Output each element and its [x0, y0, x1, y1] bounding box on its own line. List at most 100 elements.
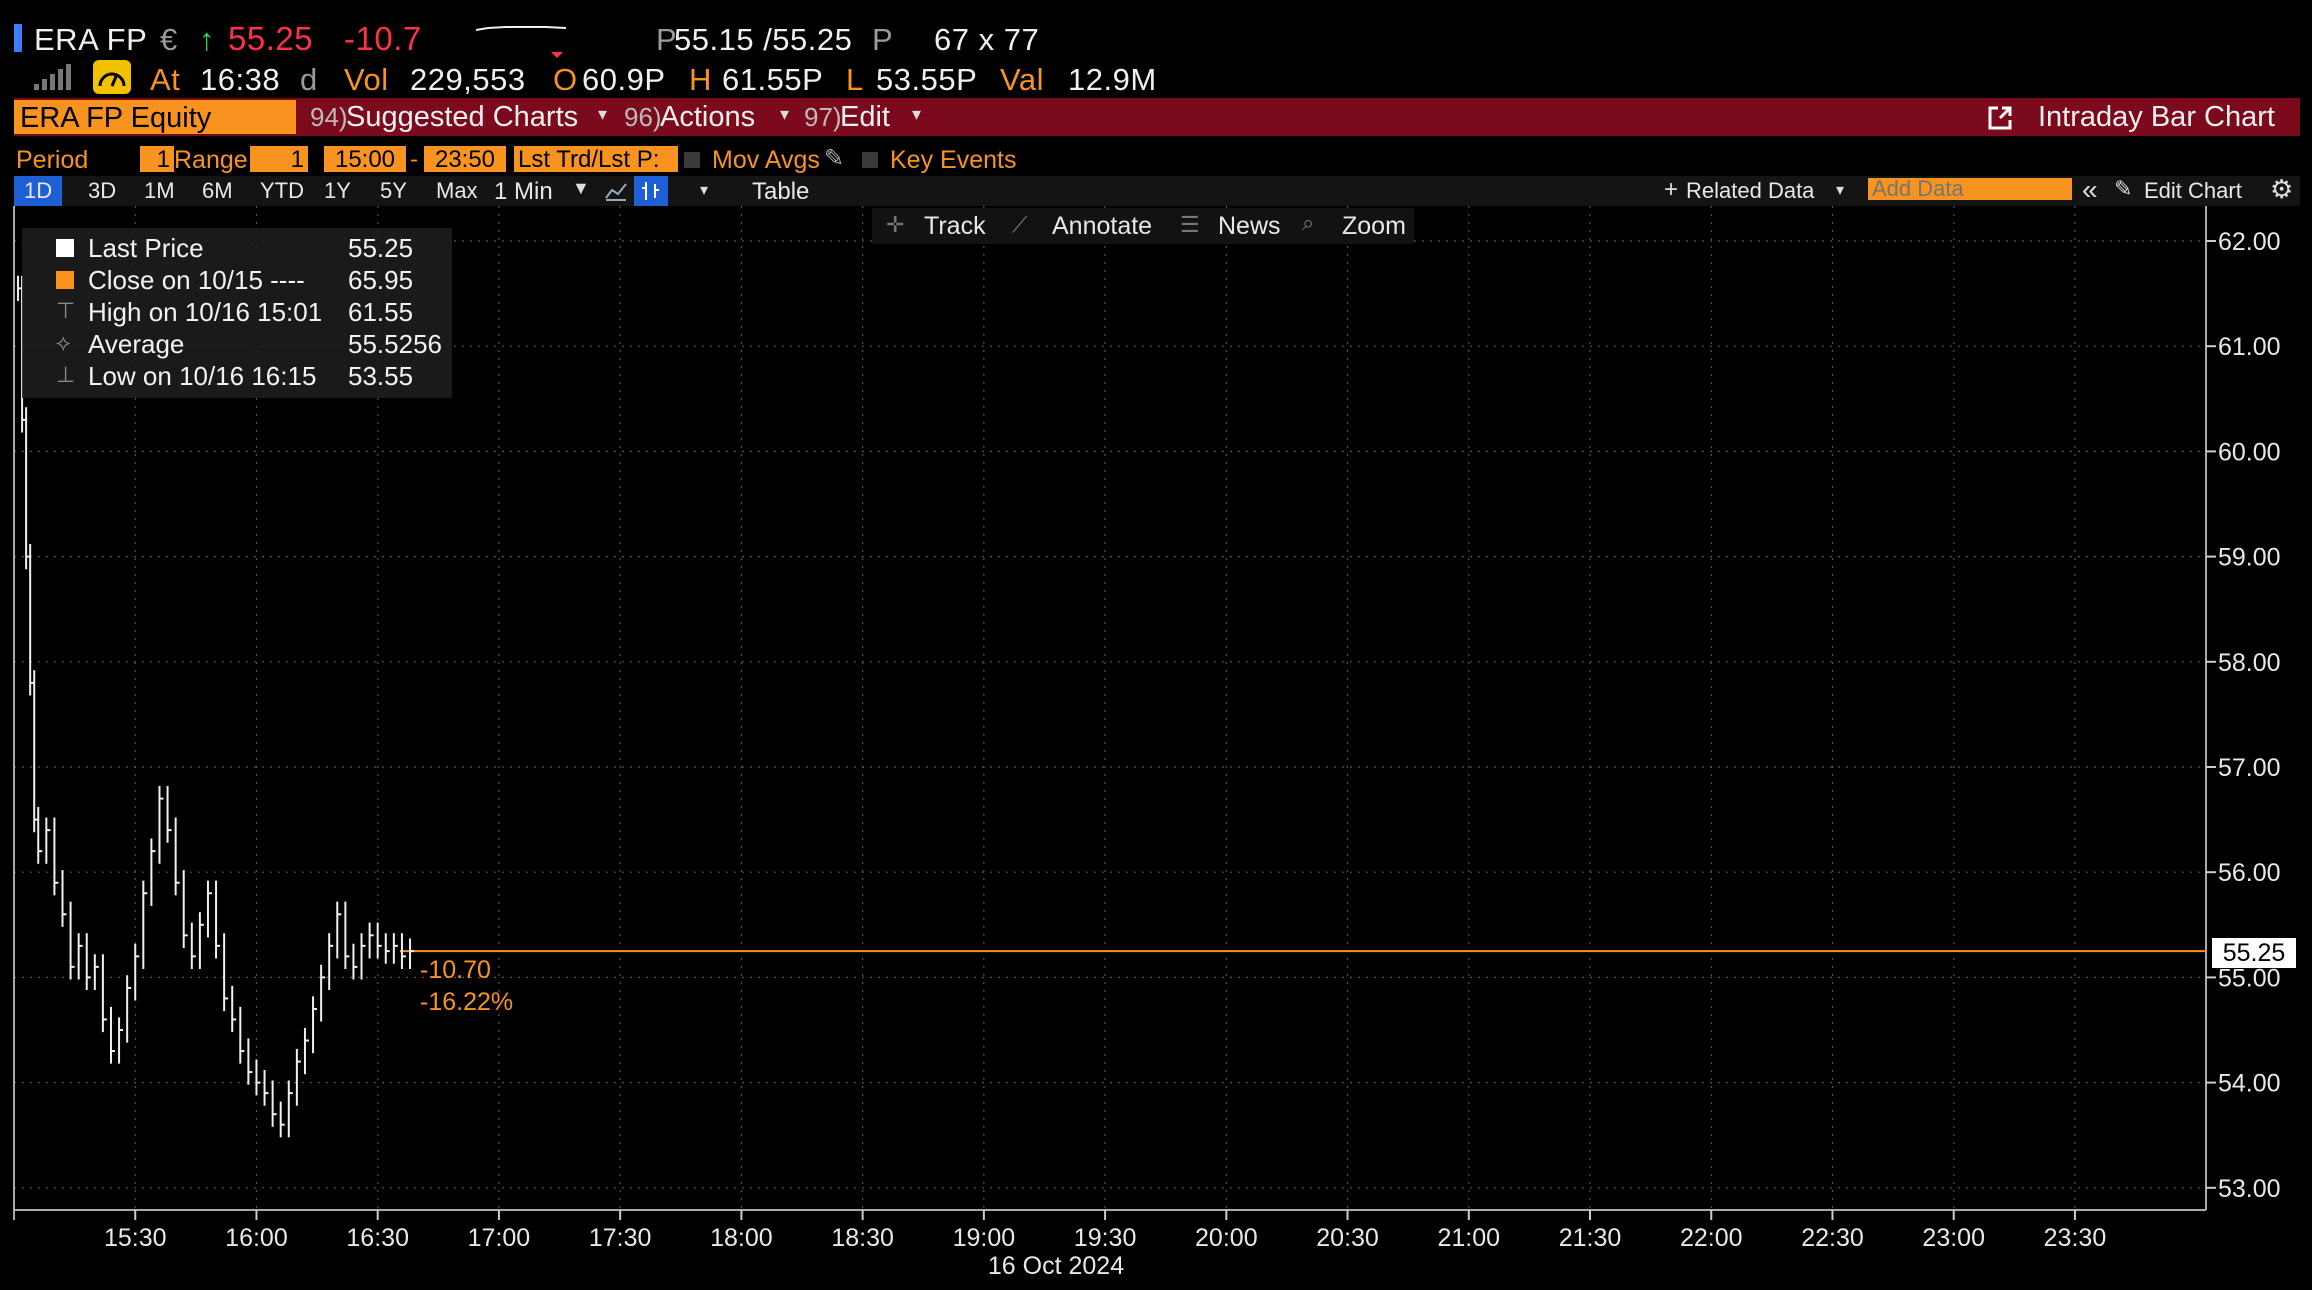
plus-icon: +	[1664, 176, 1679, 203]
interval-label: 1 Min	[494, 178, 553, 205]
at-label: At	[150, 62, 181, 97]
range-dash: -	[410, 146, 418, 173]
legend-swatch-icon	[56, 239, 74, 257]
range-button-label: 3D	[88, 178, 117, 203]
menu-bar: ERA FP Equity 94) Suggested Charts ▾ 96)…	[14, 98, 2300, 136]
crosshair-icon: ✛	[886, 212, 905, 237]
x-tick-label: 21:30	[1559, 1224, 1622, 1252]
suggested-charts-number: 94)	[310, 102, 348, 132]
y-tick-label: 57.00	[2218, 754, 2281, 782]
y-tick-label: 61.00	[2218, 333, 2281, 361]
y-tick-label: 62.00	[2218, 228, 2281, 256]
mov-avgs-checkbox[interactable]	[684, 152, 700, 168]
volume: 229,553	[410, 62, 526, 97]
add-data-input[interactable]	[1868, 178, 2072, 200]
x-tick-label: 22:30	[1801, 1224, 1864, 1252]
range-start-value: 15:00	[334, 146, 396, 173]
bid-ask-size: 67 x 77	[934, 22, 1040, 57]
pencil-icon[interactable]: ✎	[824, 144, 844, 173]
range-button-ytd[interactable]: YTD	[250, 176, 314, 206]
line-chart-icon[interactable]	[604, 180, 628, 202]
high-price: 61.55P	[722, 62, 824, 97]
key-events-checkbox[interactable]	[862, 152, 878, 168]
range-button-3d[interactable]: 3D	[78, 176, 126, 206]
edit-chart-button[interactable]: Edit Chart	[2144, 178, 2242, 204]
collapse-left-icon[interactable]: «	[2082, 174, 2098, 206]
range-button-1m[interactable]: 1M	[134, 176, 185, 206]
suggested-charts-menu[interactable]: 94) Suggested Charts ▾	[306, 98, 616, 136]
range-button-max[interactable]: Max	[426, 176, 488, 206]
ask-suffix: P	[872, 22, 894, 57]
change-annotation: -10.70	[420, 956, 491, 984]
zoom-tool[interactable]: Zoom	[1342, 212, 1406, 241]
actions-label: Actions	[660, 101, 756, 133]
last-trade-time: 16:38	[200, 62, 281, 97]
range-button-5y[interactable]: 5Y	[370, 176, 417, 206]
open-label: O	[553, 62, 578, 97]
up-arrow-icon: ↑	[199, 22, 215, 57]
y-tick-label: 60.00	[2218, 438, 2281, 466]
vol-label: Vol	[344, 62, 389, 97]
y-tick-label: 55.00	[2218, 964, 2281, 992]
last-price: 55.25	[228, 20, 314, 57]
high-label: H	[689, 62, 712, 97]
y-tick-label: 54.00	[2218, 1070, 2281, 1098]
range-button-label: YTD	[260, 178, 304, 203]
legend-value: 65.95	[348, 264, 414, 295]
legend-label: Low on 10/16 16:15	[88, 360, 317, 391]
triangle-down-icon: ▼	[572, 178, 590, 198]
price-type-value: Lst Trd/Lst P:	[518, 146, 660, 172]
security-field[interactable]: ERA FP Equity	[14, 100, 296, 134]
range-input[interactable]: 1	[250, 146, 308, 173]
annotate-icon: ⟋	[1012, 212, 1028, 237]
pencil-icon: ✎	[2114, 176, 2133, 201]
bar-chart-toggle[interactable]	[634, 176, 668, 206]
legend-row: ⊤ High on 10/16 15:01 61.55	[22, 296, 452, 328]
annotate-tool[interactable]: Annotate	[1052, 212, 1152, 241]
low-label: L	[846, 62, 864, 97]
legend-label: Last Price	[88, 232, 204, 263]
legend-label: High on 10/16 15:01	[88, 296, 323, 327]
y-tick-label: 53.00	[2218, 1175, 2281, 1203]
x-tick-label: 19:30	[1074, 1224, 1137, 1252]
track-tool[interactable]: Track	[924, 212, 986, 241]
table-button[interactable]: Table	[752, 178, 809, 206]
x-tick-label: 18:00	[710, 1224, 773, 1252]
range-end-input[interactable]: 23:50	[424, 146, 506, 173]
actions-menu[interactable]: 96) Actions ▾	[620, 98, 800, 136]
x-tick-label: 23:30	[2044, 1224, 2107, 1252]
current-price-tag: 55.25	[2212, 938, 2296, 968]
period-input[interactable]: 1	[140, 146, 174, 173]
edit-menu[interactable]: 97) Edit ▾	[800, 98, 930, 136]
edit-number: 97)	[804, 102, 842, 132]
related-data-button[interactable]: Related Data	[1686, 178, 1814, 204]
x-tick-label: 20:00	[1195, 1224, 1258, 1252]
gauge-icon[interactable]	[93, 60, 131, 94]
range-button-1d[interactable]: 1D	[14, 176, 63, 206]
gear-icon[interactable]: ⚙	[2270, 174, 2293, 205]
chevron-down-icon: ▾	[912, 104, 922, 124]
range-button-6m[interactable]: 6M	[192, 176, 243, 206]
security-name: ERA FP Equity	[20, 102, 212, 134]
chart-tool-strip: ✛ Track ⟋ Annotate ☰ News ⌕ Zoom	[872, 208, 1414, 244]
x-tick-label: 23:00	[1922, 1224, 1985, 1252]
value-traded: 12.9M	[1068, 62, 1157, 97]
price-type-select[interactable]: Lst Trd/Lst P:	[514, 146, 678, 172]
range-button-label: 5Y	[380, 178, 407, 203]
range-button-1y[interactable]: 1Y	[314, 176, 361, 206]
magnifier-icon: ⌕	[1302, 210, 1315, 235]
chart-style-dropdown-icon[interactable]: ▾	[700, 180, 708, 200]
time-suffix: d	[300, 62, 318, 97]
chart-type-launcher[interactable]: Intraday Bar Chart	[1970, 98, 2290, 136]
range-start-input[interactable]: 15:00	[324, 146, 406, 173]
ohlc-bar-icon	[642, 182, 659, 200]
legend-label: Close on 10/15 ----	[88, 264, 305, 295]
news-tool[interactable]: News	[1218, 212, 1281, 241]
legend-value: 53.55	[348, 360, 414, 391]
val-label: Val	[1000, 62, 1045, 97]
x-tick-label: 16:00	[225, 1224, 288, 1252]
ticker: ERA FP	[34, 22, 148, 57]
x-tick-label: 22:00	[1680, 1224, 1743, 1252]
legend-swatch-icon	[56, 271, 74, 289]
interval-select[interactable]: 1 Min ▼	[494, 176, 590, 206]
